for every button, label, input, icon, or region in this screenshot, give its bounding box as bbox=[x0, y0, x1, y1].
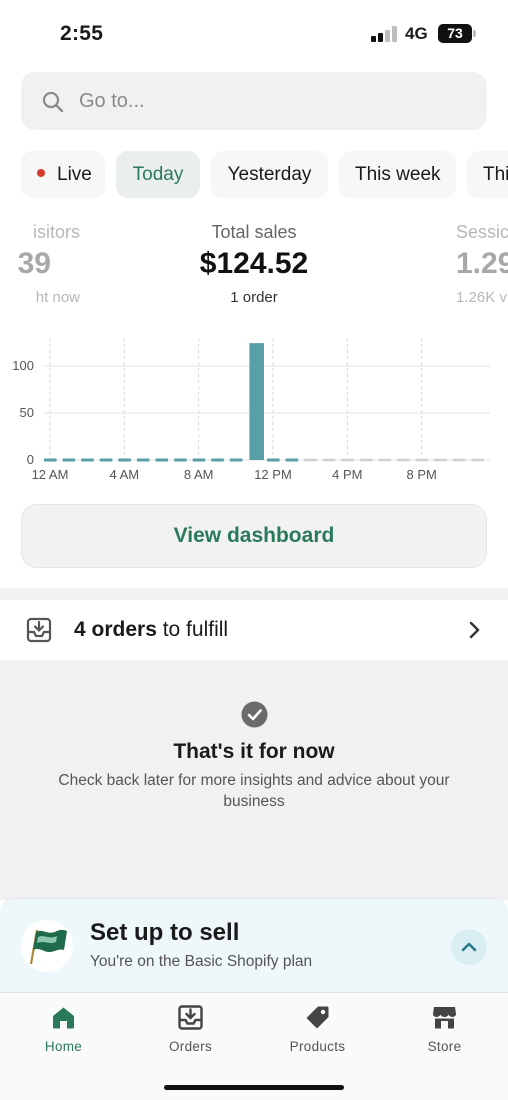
nav-products[interactable]: Products bbox=[254, 993, 381, 1063]
battery-level: 73 bbox=[447, 25, 463, 41]
signal-icon bbox=[371, 26, 397, 42]
sales-chart: 0 50 100 12 AM 4 AM 8 AM 12 PM 4 PM 8 PM bbox=[12, 338, 490, 482]
tab-yesterday[interactable]: Yesterday bbox=[211, 151, 328, 198]
x-tick-label: 4 PM bbox=[332, 467, 362, 482]
search-icon bbox=[42, 91, 64, 113]
x-tick-label: 12 AM bbox=[32, 467, 69, 482]
orders-to-fulfill-row[interactable]: 4 orders to fulfill bbox=[0, 600, 508, 660]
chevron-up-icon bbox=[461, 942, 477, 952]
stat-label: Total sales bbox=[211, 222, 297, 242]
setup-to-sell-card[interactable]: Set up to sell You're on the Basic Shopi… bbox=[0, 898, 508, 994]
tab-label: This week bbox=[355, 164, 441, 185]
nav-label: Store bbox=[427, 1039, 462, 1054]
tab-label: Thi bbox=[483, 164, 508, 185]
y-tick-label: 100 bbox=[12, 358, 34, 373]
empty-state-description: Check back later for more insights and a… bbox=[58, 772, 450, 810]
stat-label: isitors bbox=[32, 222, 80, 242]
home-indicator bbox=[164, 1085, 344, 1090]
x-tick-label: 8 AM bbox=[184, 467, 214, 482]
stat-visitors[interactable]: isitors 39 ht now bbox=[0, 222, 80, 306]
tab-today[interactable]: Today bbox=[116, 151, 200, 198]
live-dot-icon bbox=[37, 168, 45, 177]
stat-value: 1.29 bbox=[456, 247, 508, 280]
status-bar: 2:55 4G 73 bbox=[0, 0, 508, 64]
tab-this-month[interactable]: Thi bbox=[467, 151, 508, 198]
setup-title: Set up to sell bbox=[90, 919, 240, 946]
stat-sub: 1.26K v bbox=[456, 289, 507, 306]
status-time: 2:55 bbox=[60, 22, 104, 45]
nav-store[interactable]: Store bbox=[381, 993, 508, 1063]
x-tick-label: 4 AM bbox=[110, 467, 140, 482]
y-tick-label: 0 bbox=[27, 452, 34, 467]
tab-label: Yesterday bbox=[227, 164, 312, 185]
battery-icon: 73 bbox=[438, 24, 476, 43]
search-bar[interactable] bbox=[21, 72, 487, 130]
nav-label: Orders bbox=[168, 1039, 213, 1054]
flag-icon bbox=[21, 920, 73, 972]
stat-sub: ht now bbox=[35, 289, 80, 306]
orders-suffix: to fulfill bbox=[156, 618, 229, 641]
date-range-tabs: Live Today Yesterday This week Thi bbox=[21, 151, 508, 198]
stat-value: $124.52 bbox=[199, 247, 309, 280]
nav-orders[interactable]: Orders bbox=[127, 993, 254, 1063]
store-icon bbox=[433, 1007, 456, 1029]
tab-label: Live bbox=[57, 164, 92, 185]
collapse-button[interactable] bbox=[451, 929, 487, 965]
empty-state: That's it for now Check back later for m… bbox=[0, 660, 508, 900]
tag-icon bbox=[306, 1006, 329, 1029]
tab-this-week[interactable]: This week bbox=[339, 151, 456, 198]
empty-state-title: That's it for now bbox=[173, 740, 335, 763]
nav-label: Home bbox=[44, 1039, 83, 1054]
stat-sessions[interactable]: Sessic 1.29 1.26K v bbox=[456, 222, 508, 306]
orders-icon bbox=[178, 1005, 203, 1030]
x-tick-label: 8 PM bbox=[406, 467, 436, 482]
setup-subtitle: You're on the Basic Shopify plan bbox=[90, 953, 313, 970]
check-circle-icon bbox=[241, 701, 268, 728]
home-icon bbox=[53, 1007, 74, 1029]
network-type: 4G bbox=[405, 24, 428, 43]
view-dashboard-button[interactable]: View dashboard bbox=[21, 504, 487, 568]
stat-sub: 1 order bbox=[230, 289, 278, 306]
stat-value: 39 bbox=[17, 247, 51, 280]
search-input[interactable] bbox=[79, 72, 459, 130]
chevron-right-icon bbox=[469, 621, 480, 639]
tab-live[interactable]: Live bbox=[21, 151, 105, 198]
inbox-download-icon bbox=[26, 617, 52, 643]
section-divider bbox=[0, 588, 508, 600]
y-tick-label: 50 bbox=[20, 405, 34, 420]
stat-total-sales[interactable]: Total sales $124.52 1 order bbox=[154, 222, 354, 306]
nav-label: Products bbox=[289, 1039, 346, 1054]
orders-count: 4 orders bbox=[74, 618, 157, 641]
tab-label: Today bbox=[132, 164, 184, 185]
bottom-navigation: Home Orders Products Store bbox=[0, 992, 508, 1100]
bar bbox=[249, 343, 264, 460]
x-tick-label: 12 PM bbox=[254, 467, 292, 482]
nav-home[interactable]: Home bbox=[0, 993, 127, 1063]
orders-to-fulfill-text: 4 orders to fulfill bbox=[74, 618, 228, 642]
stat-label: Sessic bbox=[456, 222, 508, 242]
